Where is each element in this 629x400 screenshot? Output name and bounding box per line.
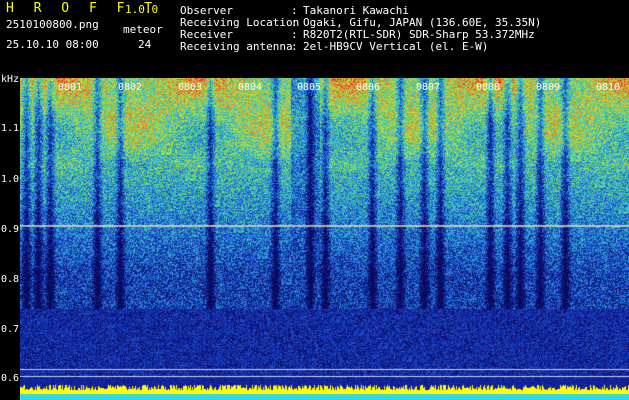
- datetime: 25.10.10 08:00: [6, 38, 99, 51]
- meteor-label: meteor: [123, 23, 163, 36]
- x-tick-0808: 0808: [476, 82, 501, 93]
- y-tick-1-1: 1.1: [1, 123, 20, 134]
- x-tick-0807: 0807: [416, 82, 441, 93]
- y-axis-unit: kHz: [1, 74, 20, 85]
- y-tick-0-6: 0.6: [1, 373, 20, 384]
- y-tick-0-9: 0.9: [1, 224, 20, 235]
- x-tick-0801: 0801: [58, 82, 83, 93]
- x-tick-0806: 0806: [356, 82, 381, 93]
- meteor-count: 24: [138, 38, 152, 51]
- app-version: 1.0.0: [125, 3, 159, 16]
- y-tick-0-7: 0.7: [1, 324, 20, 335]
- x-tick-0810: 0810: [596, 82, 621, 93]
- spectrogram-canvas: [20, 78, 629, 400]
- y-tick-0-8: 0.8: [1, 274, 20, 285]
- spectrogram-area: [20, 78, 629, 400]
- info-value-antenna: 2el-HB9CV Vertical (el. E-W): [303, 40, 489, 53]
- x-tick-0809: 0809: [536, 82, 561, 93]
- x-tick-0802: 0802: [118, 82, 143, 93]
- x-tick-0805: 0805: [297, 82, 322, 93]
- y-tick-1-0: 1.0: [1, 174, 20, 185]
- header-panel: H R O F F T 1.0.0 2510100800.png meteor …: [0, 0, 629, 78]
- filename: 2510100800.png: [6, 18, 99, 31]
- x-tick-0803: 0803: [178, 82, 203, 93]
- info-sep-antenna: :: [291, 40, 298, 53]
- info-label-antenna: Receiving antenna: [180, 40, 293, 53]
- x-tick-0804: 0804: [238, 82, 263, 93]
